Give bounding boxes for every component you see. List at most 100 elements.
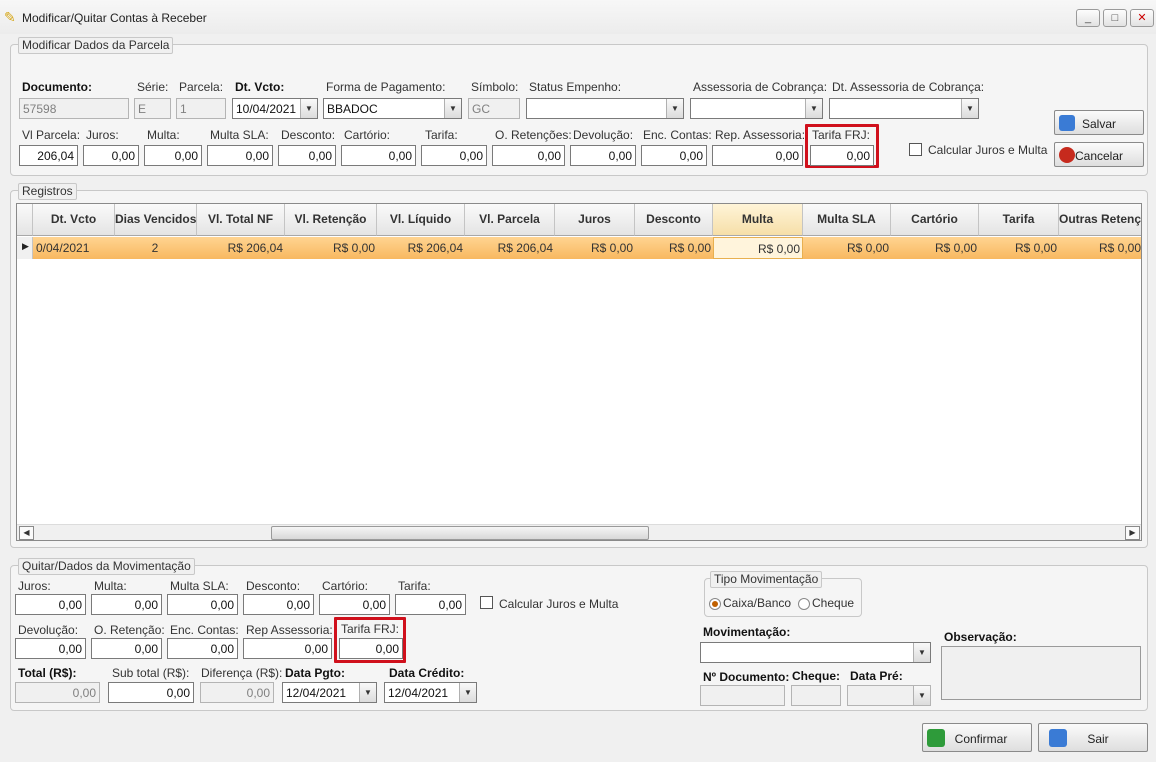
column-header-vlparcela[interactable]: Vl. Parcela	[465, 204, 555, 236]
chevron-down-icon[interactable]: ▼	[961, 99, 978, 118]
cancelar-button[interactable]: Cancelar	[1054, 142, 1144, 167]
scroll-thumb[interactable]	[271, 526, 649, 540]
assessoria-select[interactable]: ▼	[690, 98, 823, 119]
table-row[interactable]: 0/04/2021 2 R$ 206,04 R$ 0,00 R$ 206,04 R$ 20…	[17, 237, 1141, 259]
devolucao-field[interactable]: 0,00	[570, 145, 636, 166]
q-multa-field[interactable]: 0,00	[91, 594, 162, 615]
q-enc-field[interactable]: 0,00	[167, 638, 238, 659]
scroll-right-icon[interactable]: ▶	[1125, 526, 1140, 540]
datacredito-picker[interactable]: 12/04/2021 ▼	[384, 682, 477, 703]
desconto-field[interactable]: 0,00	[278, 145, 336, 166]
column-header-liquido[interactable]: Vl. Líquido	[377, 204, 465, 236]
cell-retencao[interactable]: R$ 0,00	[285, 237, 377, 259]
cell-vlparcela[interactable]: R$ 206,04	[465, 237, 555, 259]
chevron-down-icon[interactable]: ▼	[300, 99, 317, 118]
q-cartorio-field[interactable]: 0,00	[319, 594, 390, 615]
cell-desconto[interactable]: R$ 0,00	[635, 237, 713, 259]
column-header-juros[interactable]: Juros	[555, 204, 635, 236]
horizontal-scrollbar[interactable]: ◀ ▶	[17, 524, 1141, 540]
q-multasla-field[interactable]: 0,00	[167, 594, 238, 615]
total-field[interactable]: 0,00	[15, 682, 100, 703]
q-oret-field[interactable]: 0,00	[91, 638, 162, 659]
column-header-desconto[interactable]: Desconto	[635, 204, 713, 236]
column-header-dtvcto[interactable]: Dt. Vcto	[33, 204, 115, 236]
multa-field[interactable]: 0,00	[144, 145, 202, 166]
chevron-down-icon[interactable]: ▼	[913, 686, 930, 705]
frj-field[interactable]: 0,00	[810, 145, 874, 166]
q-tarifa-field[interactable]: 0,00	[395, 594, 466, 615]
scroll-left-icon[interactable]: ◀	[19, 526, 34, 540]
column-header-cartorio[interactable]: Cartório	[891, 204, 979, 236]
diferenca-field[interactable]: 0,00	[200, 682, 274, 703]
column-header-outras[interactable]: Outras Retençõ...	[1059, 204, 1141, 236]
confirmar-button[interactable]: Confirmar	[922, 723, 1032, 752]
ndoc-field[interactable]	[700, 685, 785, 706]
cell-outras[interactable]: R$ 0,00	[1059, 237, 1141, 259]
cell-tarifa[interactable]: R$ 0,00	[979, 237, 1059, 259]
minimize-button[interactable]: _	[1076, 9, 1100, 27]
cheque-radio[interactable]	[798, 598, 810, 610]
cell-liquido[interactable]: R$ 206,04	[377, 237, 465, 259]
q-devolucao-field[interactable]: 0,00	[15, 638, 86, 659]
chevron-down-icon[interactable]: ▼	[359, 683, 376, 702]
column-header-tarifa[interactable]: Tarifa	[979, 204, 1059, 236]
juros-field[interactable]: 0,00	[83, 145, 139, 166]
column-header-dias[interactable]: Dias Vencidos	[115, 204, 197, 236]
caixa-radio[interactable]	[709, 598, 721, 610]
status-select[interactable]: ▼	[526, 98, 684, 119]
cartorio-field[interactable]: 0,00	[341, 145, 416, 166]
row-selector[interactable]: ▶	[17, 237, 33, 259]
calc-juros-checkbox[interactable]	[909, 143, 922, 156]
column-header-multa[interactable]: Multa	[713, 204, 803, 236]
chevron-down-icon[interactable]: ▼	[805, 99, 822, 118]
subtotal-field[interactable]: 0,00	[108, 682, 194, 703]
forma-value: BBADOC	[327, 102, 378, 116]
multasla-field[interactable]: 0,00	[207, 145, 273, 166]
close-button[interactable]: ✕	[1130, 9, 1154, 27]
q-oret-label: O. Retenção:	[94, 623, 165, 637]
datapgto-picker[interactable]: 12/04/2021 ▼	[282, 682, 377, 703]
forma-select[interactable]: BBADOC ▼	[323, 98, 462, 119]
rep-field[interactable]: 0,00	[712, 145, 803, 166]
simbolo-field[interactable]: GC	[468, 98, 520, 119]
parcela-field[interactable]: 1	[176, 98, 226, 119]
documento-field[interactable]: 57598	[19, 98, 129, 119]
cell-dias[interactable]: 2	[115, 237, 197, 259]
q-calc-juros-checkbox[interactable]	[480, 596, 493, 609]
oret-field[interactable]: 0,00	[492, 145, 565, 166]
vlparcela-field[interactable]: 206,04	[19, 145, 78, 166]
chevron-down-icon[interactable]: ▼	[666, 99, 683, 118]
quitar-legend: Quitar/Dados da Movimentação	[18, 558, 195, 575]
sair-button[interactable]: Sair	[1038, 723, 1148, 752]
multasla-label: Multa SLA:	[210, 128, 269, 142]
cell-totalnf[interactable]: R$ 206,04	[197, 237, 285, 259]
cell-dtvcto[interactable]: 0/04/2021	[33, 237, 115, 259]
chevron-down-icon[interactable]: ▼	[444, 99, 461, 118]
datapre-picker[interactable]: ▼	[847, 685, 931, 706]
column-header-totalnf[interactable]: Vl. Total NF	[197, 204, 285, 236]
registros-grid[interactable]: Dt. Vcto Dias Vencidos Vl. Total NF Vl. Ret…	[16, 203, 1142, 541]
cheque-field[interactable]	[791, 685, 841, 706]
column-header-retencao[interactable]: Vl. Retenção	[285, 204, 377, 236]
salvar-button[interactable]: Salvar	[1054, 110, 1144, 135]
observacao-field[interactable]	[941, 646, 1141, 700]
serie-field[interactable]: E	[134, 98, 171, 119]
cell-cartorio[interactable]: R$ 0,00	[891, 237, 979, 259]
q-desconto-field[interactable]: 0,00	[243, 594, 314, 615]
q-rep-field[interactable]: 0,00	[243, 638, 332, 659]
dtvcto-picker[interactable]: 10/04/2021 ▼	[232, 98, 318, 119]
cell-multa[interactable]: R$ 0,00	[713, 237, 803, 259]
chevron-down-icon[interactable]: ▼	[459, 683, 476, 702]
column-header-multasla[interactable]: Multa SLA	[803, 204, 891, 236]
q-juros-field[interactable]: 0,00	[15, 594, 86, 615]
chevron-down-icon[interactable]: ▼	[913, 643, 930, 662]
cell-multasla[interactable]: R$ 0,00	[803, 237, 891, 259]
q-frj-field[interactable]: 0,00	[339, 638, 403, 659]
dtassessoria-select[interactable]: ▼	[829, 98, 979, 119]
movimentacao-select[interactable]: ▼	[700, 642, 931, 663]
q-multa-label: Multa:	[94, 579, 127, 593]
cell-juros[interactable]: R$ 0,00	[555, 237, 635, 259]
tarifa-field[interactable]: 0,00	[421, 145, 487, 166]
maximize-button[interactable]: □	[1103, 9, 1127, 27]
enc-field[interactable]: 0,00	[641, 145, 707, 166]
